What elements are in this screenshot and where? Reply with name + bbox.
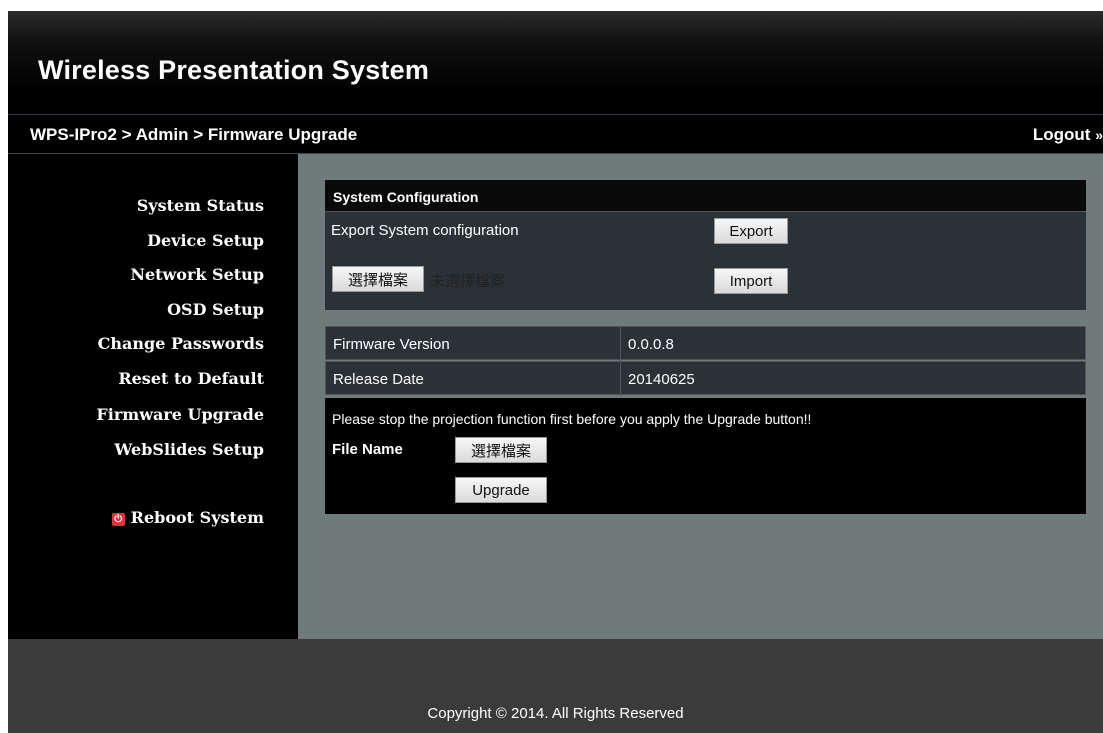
app-frame: Wireless Presentation System WPS-IPro2 >… xyxy=(8,11,1103,733)
main-content: System Configuration Export System confi… xyxy=(298,154,1103,639)
nav-bar: WPS-IPro2 > Admin > Firmware Upgrade Log… xyxy=(8,114,1103,154)
firmware-upgrade-panel: Please stop the projection function firs… xyxy=(325,398,1086,514)
sidebar-item-reset-to-default[interactable]: Reset to Default xyxy=(118,369,264,388)
double-chevron-right-icon: » xyxy=(1095,127,1103,143)
title-bar: Wireless Presentation System xyxy=(8,11,1103,114)
sidebar-item-device-setup[interactable]: Device Setup xyxy=(147,231,264,250)
divider xyxy=(620,362,621,396)
reboot-label: Reboot System xyxy=(130,508,264,527)
sidebar-item-network-setup[interactable]: Network Setup xyxy=(130,265,264,284)
panel-header: System Configuration xyxy=(325,180,1086,212)
power-icon: ⏻ xyxy=(111,513,125,526)
logout-link[interactable]: Logout » xyxy=(1033,125,1103,145)
logout-label: Logout xyxy=(1032,125,1091,144)
file-name-label: File Name xyxy=(332,441,403,458)
upgrade-choose-file-button[interactable]: 選擇檔案 xyxy=(455,437,547,463)
system-configuration-panel: System Configuration Export System confi… xyxy=(325,180,1086,310)
sidebar-item-firmware-upgrade[interactable]: Firmware Upgrade xyxy=(96,405,264,424)
reboot-system-link[interactable]: ⏻ Reboot System xyxy=(111,508,264,527)
release-date-row: Release Date 20140625 xyxy=(325,361,1086,396)
sidebar-item-change-passwords[interactable]: Change Passwords xyxy=(98,334,264,353)
divider xyxy=(620,327,621,361)
no-file-chosen-text: 未選擇檔案 xyxy=(430,273,506,290)
firmware-version-row: Firmware Version 0.0.0.8 xyxy=(325,326,1086,361)
sidebar-item-osd-setup[interactable]: OSD Setup xyxy=(167,300,264,319)
sidebar-item-webslides-setup[interactable]: WebSlides Setup xyxy=(114,440,264,459)
app-title: Wireless Presentation System xyxy=(38,55,430,85)
firmware-version-label: Firmware Version xyxy=(333,336,450,353)
upgrade-notice: Please stop the projection function firs… xyxy=(332,411,812,427)
import-button[interactable]: Import xyxy=(714,268,788,294)
release-date-value: 20140625 xyxy=(628,371,695,388)
release-date-label: Release Date xyxy=(333,371,424,388)
sidebar-item-system-status[interactable]: System Status xyxy=(137,196,264,215)
panel-title: System Configuration xyxy=(333,189,479,205)
footer: Copyright © 2014. All Rights Reserved xyxy=(8,639,1103,733)
sidebar: System Status Device Setup Network Setup… xyxy=(8,154,298,639)
upgrade-button[interactable]: Upgrade xyxy=(455,477,547,503)
copyright-text: Copyright © 2014. All Rights Reserved xyxy=(427,705,684,722)
panel-body: Export System configuration Export 選擇檔案 … xyxy=(325,212,1086,310)
choose-file-button[interactable]: 選擇檔案 xyxy=(332,266,424,292)
firmware-version-value: 0.0.0.8 xyxy=(628,336,674,353)
export-label: Export System configuration xyxy=(331,222,519,239)
breadcrumb: WPS-IPro2 > Admin > Firmware Upgrade xyxy=(30,125,358,144)
export-button[interactable]: Export xyxy=(714,218,788,244)
